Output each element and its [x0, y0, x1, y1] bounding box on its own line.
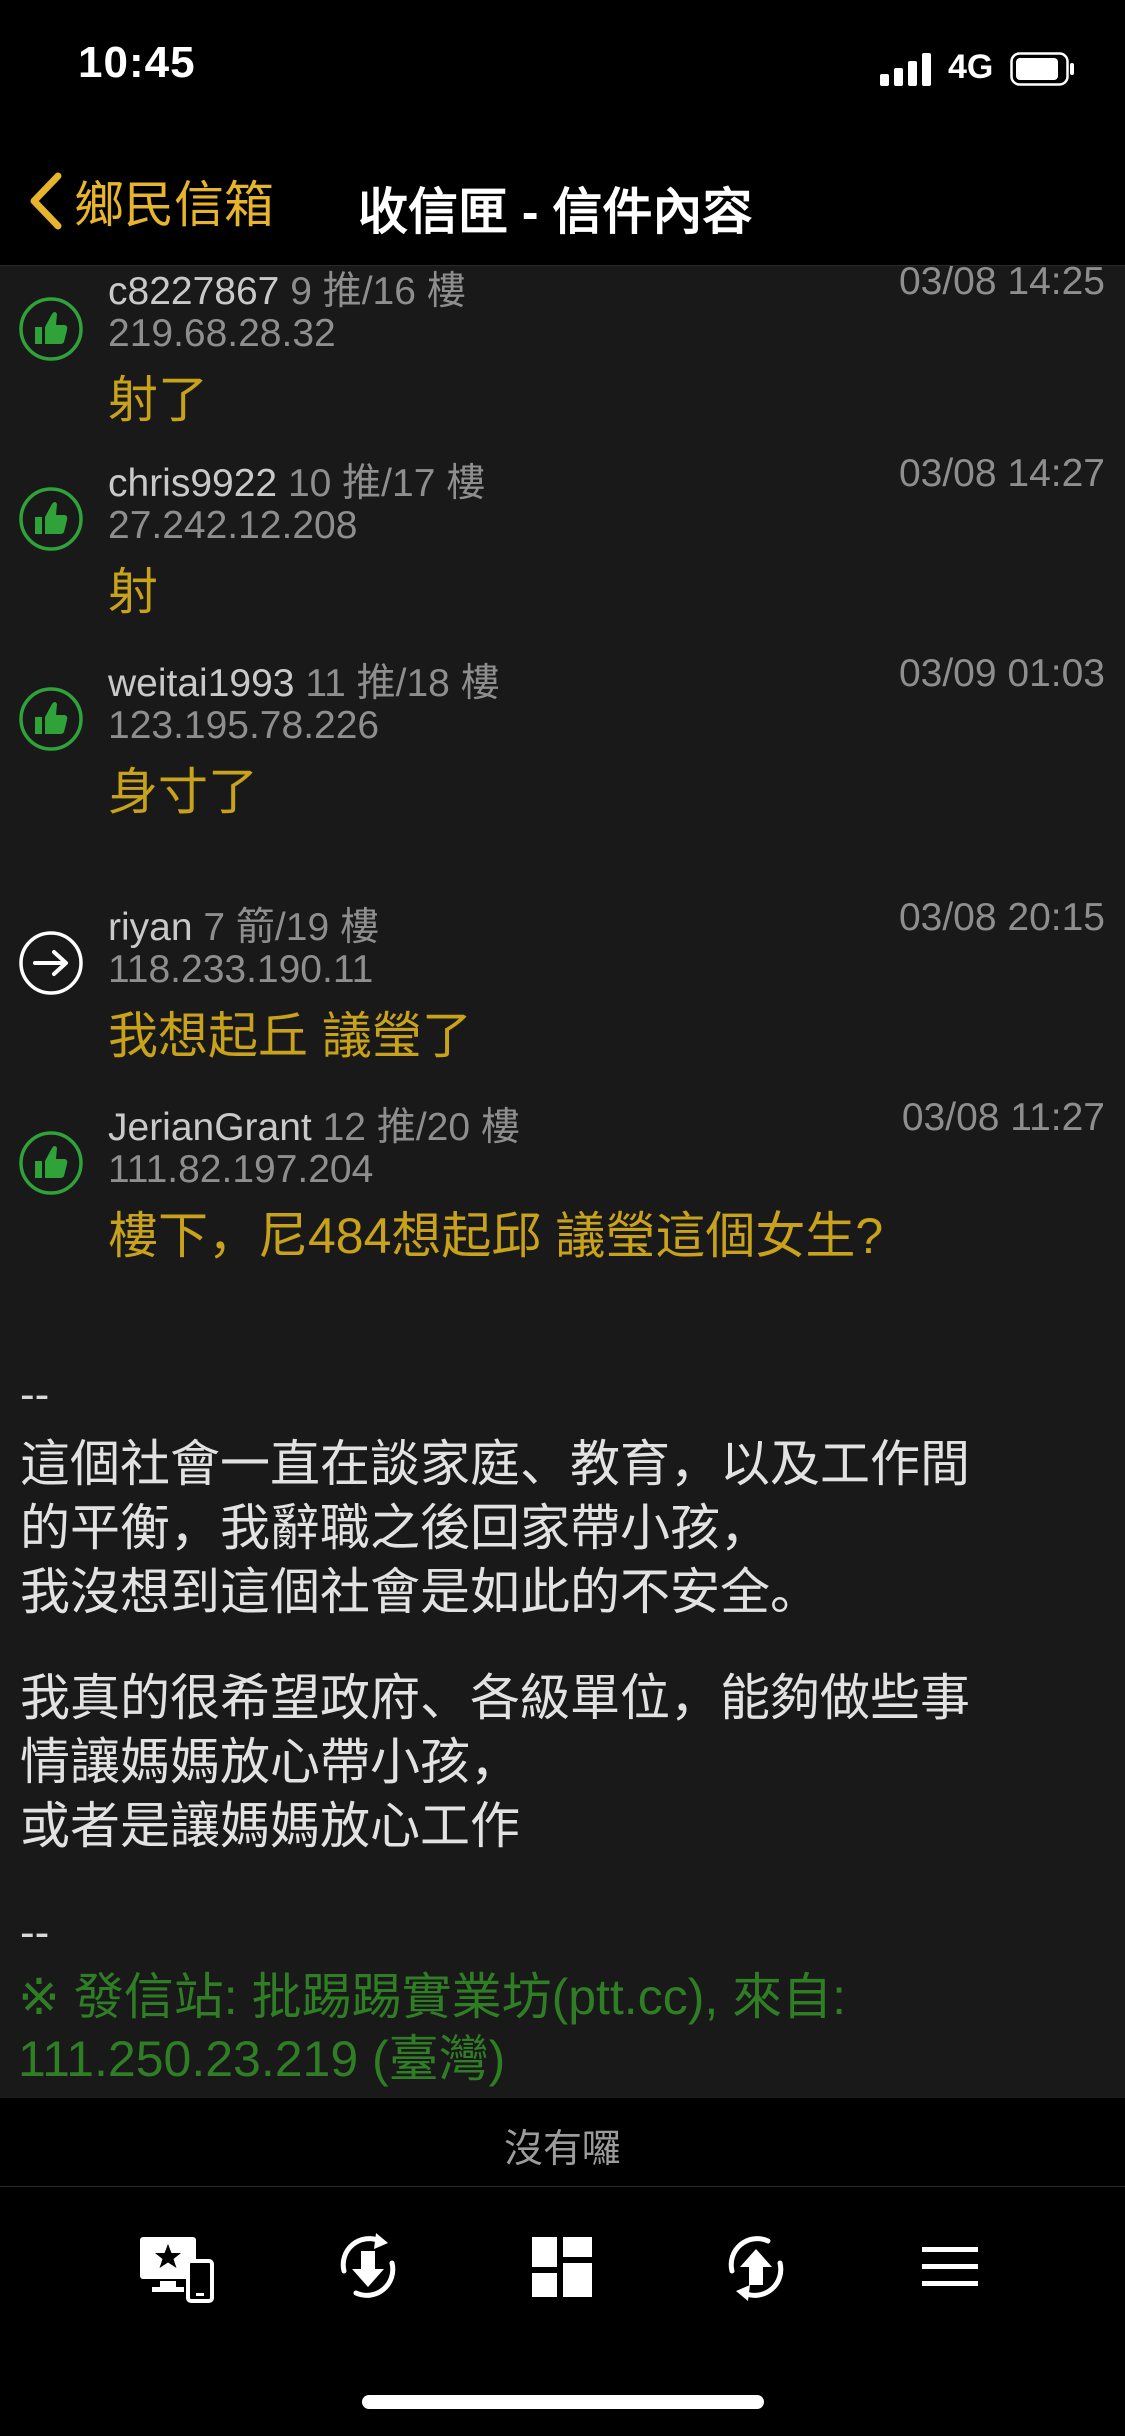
- screen-star-icon: [140, 2237, 214, 2303]
- comment-item: chris9922 10 推/17 樓 03/08 14:27 27.242.1…: [0, 452, 1125, 632]
- dashboard-icon: [532, 2237, 592, 2297]
- comment-meta: 9 推/16 樓: [290, 270, 466, 313]
- comment-header: weitai1993 11 推/18 樓: [108, 652, 500, 708]
- comment-item: JerianGrant 12 推/20 樓 03/08 11:27 111.82…: [0, 1096, 1125, 1276]
- refresh-down-button[interactable]: [318, 2217, 418, 2317]
- footer-notice-text: 沒有囉: [503, 2128, 621, 2171]
- status-time: 10:45: [78, 38, 196, 87]
- navigation-bar: 鄉民信箱 收信匣 - 信件內容: [0, 140, 1125, 266]
- comment-time: 03/09 01:03: [898, 652, 1105, 695]
- comment-time: 03/08 11:27: [901, 1096, 1105, 1139]
- comment-item: c8227867 9 推/16 樓 03/08 14:25 219.68.28.…: [0, 266, 1125, 440]
- comment-user: riyan: [108, 906, 193, 949]
- separator: --: [20, 1370, 50, 1419]
- signal-icon: [880, 52, 936, 86]
- comment-meta: 12 推/20 樓: [322, 1106, 520, 1149]
- bottom-toolbar: [0, 2187, 1125, 2347]
- comment-text: 射: [108, 564, 158, 620]
- chevron-left-icon: [30, 172, 62, 230]
- comment-ip: 118.233.190.11: [108, 948, 374, 991]
- menu-icon: [922, 2247, 978, 2286]
- comment-meta: 11 推/18 樓: [305, 662, 500, 705]
- mail-content[interactable]: c8227867 9 推/16 樓 03/08 14:25 219.68.28.…: [0, 266, 1125, 2098]
- comment-user: weitai1993: [108, 662, 295, 705]
- favorites-button[interactable]: [126, 2217, 226, 2317]
- comment-user: c8227867: [108, 270, 280, 313]
- comment-text: 射了: [108, 372, 208, 428]
- dashboard-button[interactable]: [512, 2217, 612, 2317]
- comment-time: 03/08 14:27: [898, 452, 1105, 495]
- back-label: 鄉民信箱: [74, 177, 274, 233]
- comment-time: 03/08 14:25: [898, 266, 1105, 303]
- page-title: 收信匣 - 信件內容: [358, 184, 753, 240]
- comment-item: weitai1993 11 推/18 樓 03/09 01:03 123.195…: [0, 652, 1125, 832]
- comment-meta: 7 箭/19 樓: [203, 906, 379, 949]
- battery-icon: [1010, 52, 1074, 86]
- home-indicator[interactable]: [362, 2395, 764, 2409]
- menu-button[interactable]: [900, 2217, 1000, 2317]
- comment-time: 03/08 20:15: [898, 896, 1105, 939]
- comment-meta: 10 推/17 樓: [287, 462, 486, 505]
- comment-user: JerianGrant: [108, 1106, 312, 1149]
- network-type: 4G: [948, 48, 994, 86]
- thumbs-up-icon: [19, 1131, 83, 1195]
- comment-text: 樓下，尼484想起邱 議瑩這個女生?: [108, 1208, 884, 1264]
- thumbs-up-icon: [19, 687, 83, 751]
- refresh-up-button[interactable]: [706, 2217, 806, 2317]
- comment-header: c8227867 9 推/16 樓: [108, 266, 466, 316]
- comment-header: riyan 7 箭/19 樓: [108, 896, 379, 952]
- back-button[interactable]: 鄉民信箱: [26, 166, 274, 236]
- comment-ip: 111.82.197.204: [108, 1148, 374, 1191]
- origin-line: ※ 發信站: 批踢踢實業坊(ptt.cc), 來自: 111.250.23.21…: [18, 1969, 847, 2087]
- footer-notice: 沒有囉: [0, 2098, 1125, 2187]
- refresh-up-icon: [728, 2236, 784, 2301]
- comment-ip: 219.68.28.32: [108, 312, 336, 355]
- comment-user: chris9922: [108, 462, 278, 505]
- refresh-down-icon: [340, 2233, 396, 2298]
- separator: --: [20, 1908, 50, 1957]
- thumbs-up-icon: [19, 297, 83, 361]
- comment-header: JerianGrant 12 推/20 樓: [108, 1096, 520, 1152]
- comment-ip: 123.195.78.226: [108, 704, 380, 747]
- comment-text: 身寸了: [108, 764, 258, 820]
- signature-paragraph: 這個社會一直在談家庭、教育，以及工作間 的平衡，我辭職之後回家帶小孩， 我沒想到…: [20, 1436, 970, 1620]
- status-bar: 10:45 4G: [0, 0, 1125, 140]
- comment-header: chris9922 10 推/17 樓: [108, 452, 485, 508]
- comment-item: riyan 7 箭/19 樓 03/08 20:15 118.233.190.1…: [0, 896, 1125, 1076]
- arrow-right-icon: [19, 931, 83, 995]
- signature-paragraph: 我真的很希望政府、各級單位，能夠做些事 情讓媽媽放心帶小孩， 或者是讓媽媽放心工…: [20, 1670, 970, 1854]
- comment-text: 我想起丘 議瑩了: [108, 1008, 472, 1064]
- thumbs-up-icon: [19, 487, 83, 551]
- comment-ip: 27.242.12.208: [108, 504, 358, 547]
